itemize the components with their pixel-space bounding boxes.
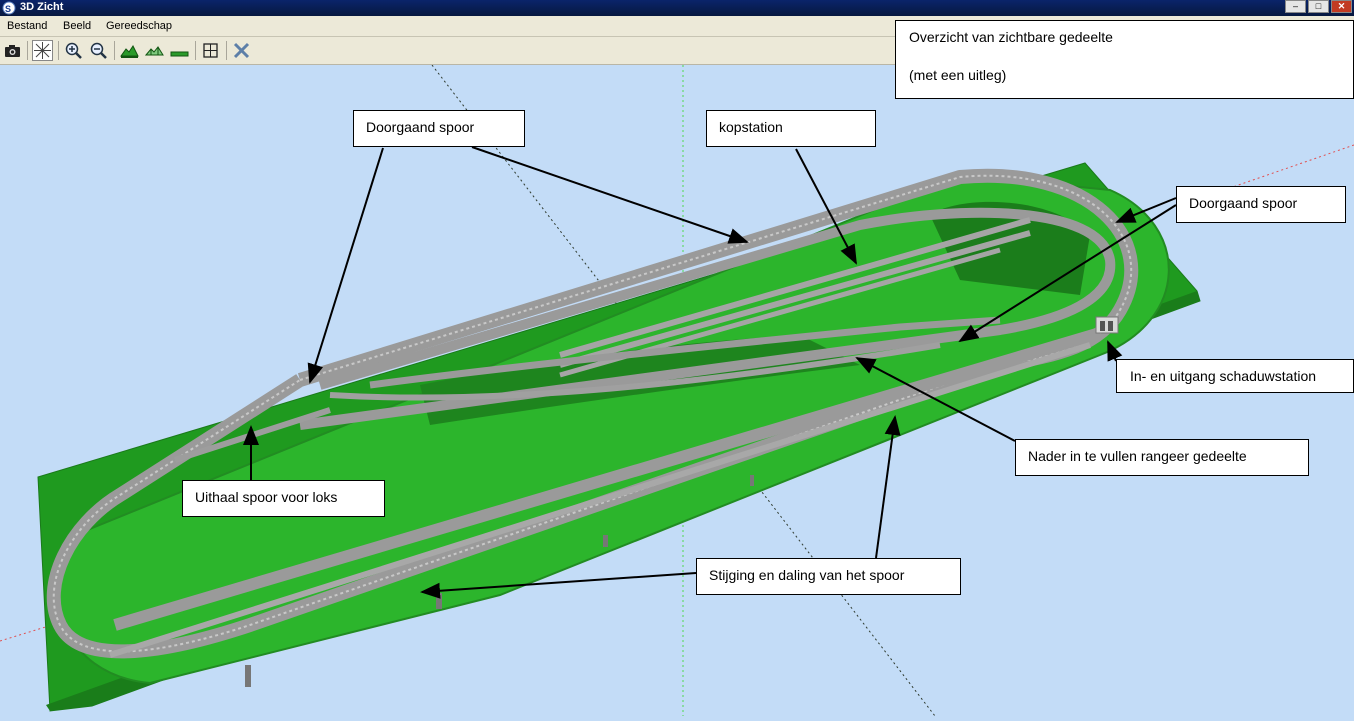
overview-panel: Overzicht van zichtbare gedeelte (met ee…: [895, 20, 1354, 99]
menu-beeld[interactable]: Beeld: [63, 20, 91, 32]
title-bar: S 3D Zicht – □ ✕: [0, 0, 1354, 16]
svg-text:S: S: [5, 4, 11, 14]
callout-stijging-daling: Stijging en daling van het spoor: [696, 558, 961, 595]
zoom-in-icon[interactable]: [63, 40, 84, 61]
annotation-arrow: [471, 146, 749, 244]
terrain-view-icon[interactable]: [119, 40, 140, 61]
callout-doorgaand-spoor-left: Doorgaand spoor: [353, 110, 525, 147]
minimize-button[interactable]: –: [1285, 0, 1306, 13]
menu-bestand[interactable]: Bestand: [7, 20, 47, 32]
toolbar-separator: [226, 41, 227, 60]
callout-uithaal-spoor: Uithaal spoor voor loks: [182, 480, 385, 517]
orbit-axes-icon[interactable]: [32, 40, 53, 61]
close-view-icon[interactable]: [231, 40, 252, 61]
overview-subtitle: (met een uitleg): [909, 67, 1007, 83]
track-support: [436, 593, 442, 609]
toolbar-separator: [195, 41, 196, 60]
overview-title: Overzicht van zichtbare gedeelte: [909, 29, 1113, 45]
zoom-out-icon[interactable]: [88, 40, 109, 61]
menu-gereedschap[interactable]: Gereedschap: [106, 20, 172, 32]
track-support: [750, 475, 754, 486]
maximize-button[interactable]: □: [1308, 0, 1329, 13]
tunnel-portal: [1095, 316, 1119, 334]
callout-schaduwstation: In- en uitgang schaduwstation: [1116, 359, 1354, 393]
track-support: [603, 535, 608, 547]
toolbar-separator: [58, 41, 59, 60]
toolbar-separator: [27, 41, 28, 60]
flat-view-icon[interactable]: [169, 40, 190, 61]
annotation-arrow: [307, 147, 384, 384]
track-support: [245, 665, 251, 687]
callout-kopstation: kopstation: [706, 110, 876, 147]
app-icon: S: [2, 1, 16, 15]
window-title: 3D Zicht: [20, 1, 64, 13]
fit-view-icon[interactable]: [200, 40, 221, 61]
close-button[interactable]: ✕: [1331, 0, 1352, 13]
callout-doorgaand-spoor-right: Doorgaand spoor: [1176, 186, 1346, 223]
axis-line: [0, 624, 53, 642]
terrain-wire-icon[interactable]: [144, 40, 165, 61]
toolbar-separator: [114, 41, 115, 60]
callout-rangeer-gedeelte: Nader in te vullen rangeer gedeelte: [1015, 439, 1309, 476]
camera-icon[interactable]: [2, 40, 23, 61]
3d-viewport[interactable]: Doorgaand spoor kopstation Doorgaand spo…: [0, 64, 1354, 717]
